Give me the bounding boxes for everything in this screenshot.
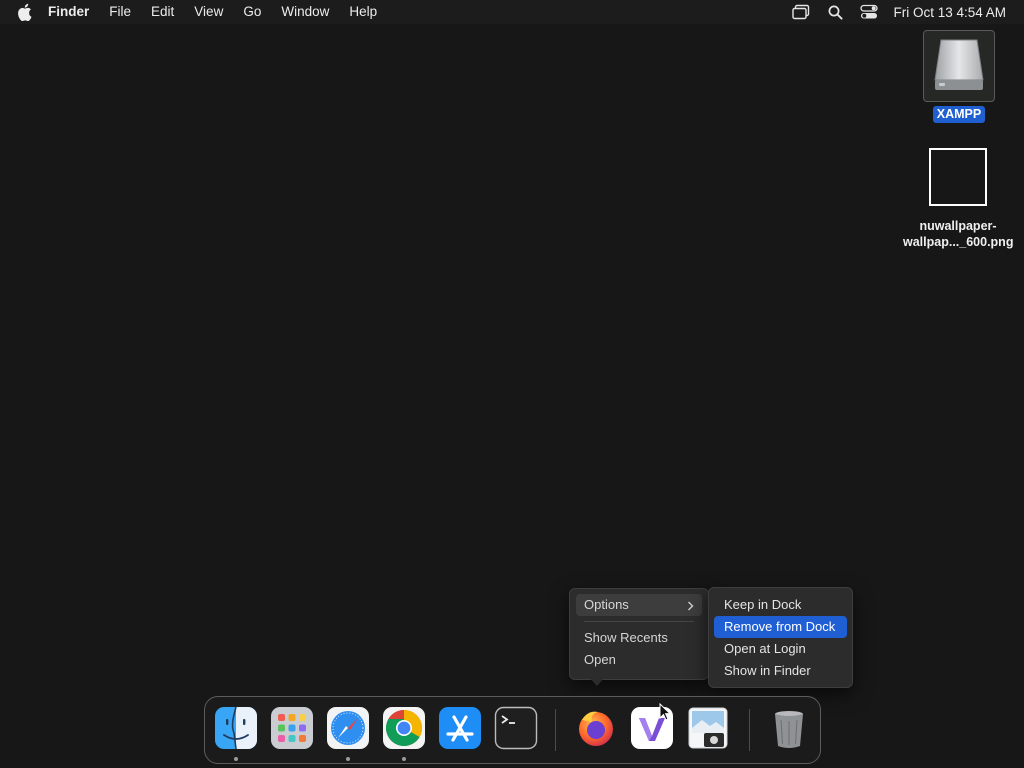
preview-icon[interactable] [686,706,730,750]
menu-item-label: Show Recents [584,630,668,645]
finder-icon[interactable] [214,706,258,750]
menu-app-finder[interactable]: Finder [48,0,99,24]
firefox-icon[interactable] [574,706,618,750]
external-drive-icon [923,30,995,102]
menu-item-label: Keep in Dock [724,597,802,612]
menu-item-label: Show in Finder [724,663,811,678]
running-indicator [402,757,406,761]
control-center-icon[interactable] [859,2,879,22]
safari-icon[interactable] [326,706,370,750]
desktop: Finder File Edit View Go Window Help Fri… [0,0,1024,768]
terminal-icon[interactable] [494,706,538,750]
menu-window[interactable]: Window [271,0,339,24]
menu-file[interactable]: File [99,0,141,24]
screen-mirroring-icon[interactable] [791,2,811,22]
desktop-item-label: nuwallpaper- wallpap..._600.png [903,218,1013,250]
desktop-item-label: XAMPP [932,106,986,123]
menu-edit[interactable]: Edit [141,0,184,24]
menu-item-label: Remove from Dock [724,619,836,634]
launchpad-icon[interactable] [270,706,314,750]
menu-separator [584,621,694,622]
menu-item-remove-from-dock[interactable]: Remove from Dock [714,616,847,638]
apple-menu-icon[interactable] [18,3,34,21]
context-menu-pointer [589,677,605,686]
desktop-item-wallpaper-png[interactable]: nuwallpaper- wallpap..._600.png [903,148,1013,250]
mouse-cursor-icon [659,702,672,721]
dock-divider [555,709,556,751]
trash-icon[interactable] [767,706,811,750]
desktop-item-label-line1: nuwallpaper- [919,219,997,233]
menu-item-label: Open [584,652,616,667]
options-submenu: Keep in Dock Remove from Dock Open at Lo… [708,587,853,688]
menu-item-options[interactable]: Options [576,594,702,616]
desktop-item-xampp[interactable]: XAMPP [904,30,1014,123]
menu-item-show-recents[interactable]: Show Recents [576,627,702,649]
running-indicator [234,757,238,761]
dock-context-menu: Options Show Recents Open [569,588,709,680]
search-icon[interactable] [825,2,845,22]
app-store-icon[interactable] [438,706,482,750]
menu-item-open[interactable]: Open [576,649,702,671]
menu-item-show-in-finder[interactable]: Show in Finder [714,660,847,682]
menu-item-label: Open at Login [724,641,806,656]
menu-go[interactable]: Go [233,0,271,24]
chevron-right-icon [687,594,694,616]
menu-bar: Finder File Edit View Go Window Help Fri… [0,0,1024,24]
menu-help[interactable]: Help [339,0,387,24]
menu-item-label: Options [584,597,629,612]
running-indicator [346,757,350,761]
menu-item-open-at-login[interactable]: Open at Login [714,638,847,660]
desktop-item-label-line2: wallpap..._600.png [903,235,1014,249]
menu-item-keep-in-dock[interactable]: Keep in Dock [714,594,847,616]
dock [204,696,821,764]
image-file-icon [929,148,987,206]
dock-divider [749,709,750,751]
menu-bar-clock[interactable]: Fri Oct 13 4:54 AM [893,5,1006,20]
menu-view[interactable]: View [184,0,233,24]
chrome-icon[interactable] [382,706,426,750]
